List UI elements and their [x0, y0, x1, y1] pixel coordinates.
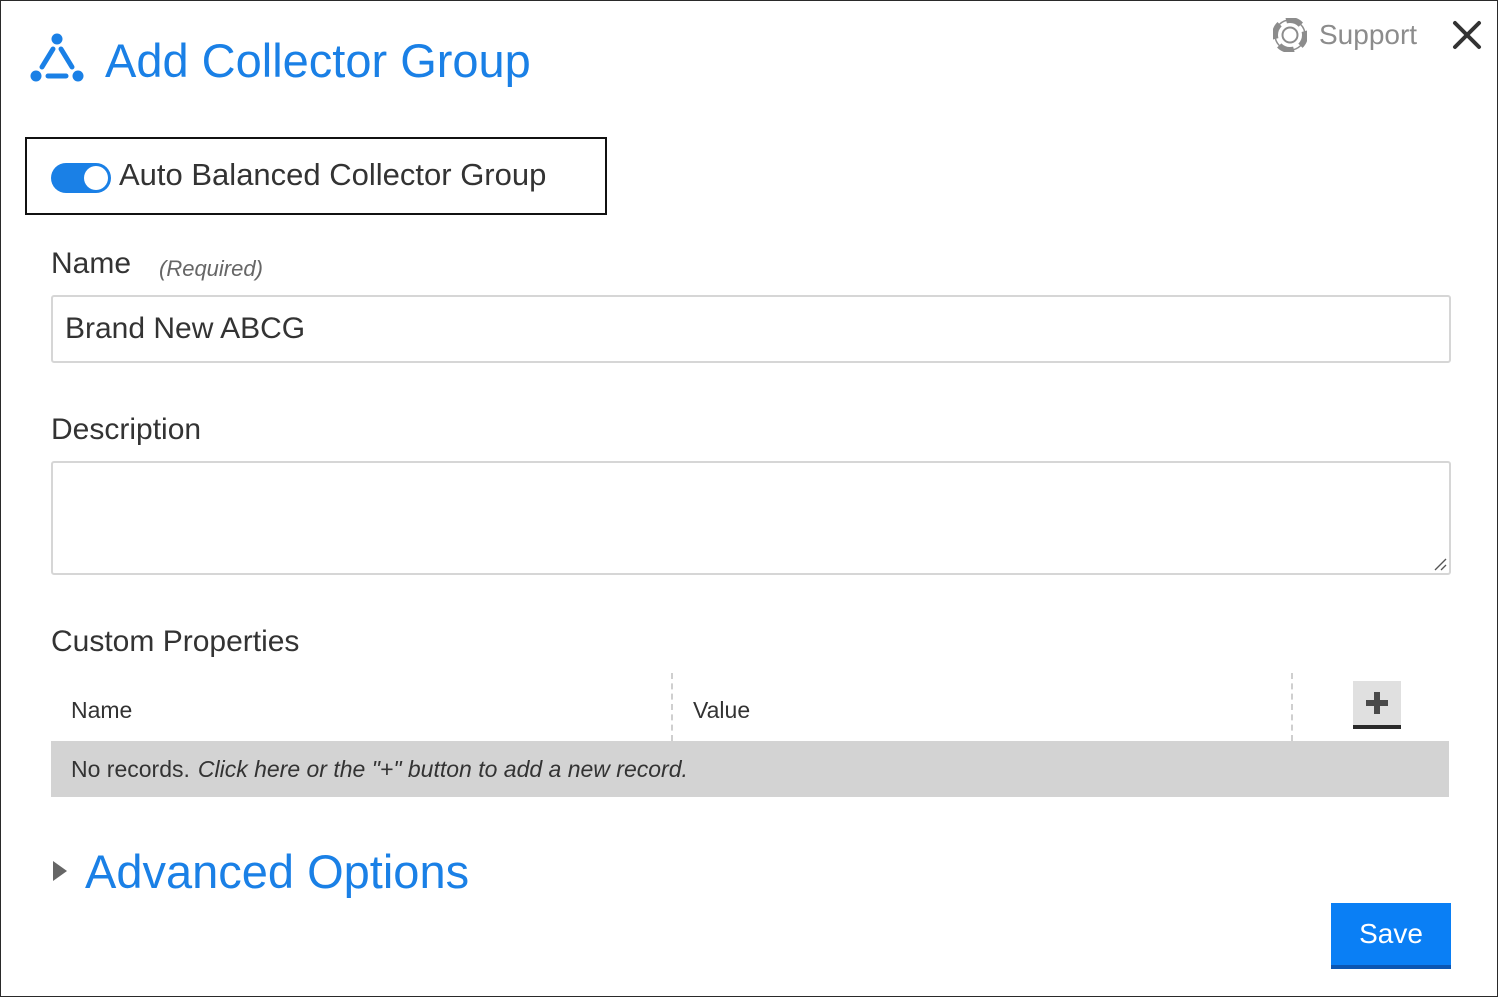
support-link[interactable]: Support	[1273, 17, 1417, 53]
description-label: Description	[51, 413, 202, 446]
auto-balanced-label: Auto Balanced Collector Group	[119, 157, 547, 192]
auto-balanced-section: Auto Balanced Collector Group	[25, 137, 607, 215]
column-divider	[671, 673, 673, 741]
column-divider	[1291, 673, 1293, 741]
column-header-name: Name	[71, 697, 133, 723]
close-icon	[1453, 21, 1481, 49]
name-field[interactable]: Brand New ABCG	[51, 295, 1451, 363]
empty-hint: Click here or the "+" button to add a ne…	[197, 755, 688, 782]
save-button[interactable]: Save	[1331, 903, 1451, 969]
required-hint: (Required)	[159, 256, 263, 281]
empty-records-row[interactable]: No records. Click here or the "+" button…	[51, 741, 1449, 797]
collector-group-icon	[30, 33, 84, 82]
support-label: Support	[1319, 19, 1418, 50]
lifebuoy-icon	[1273, 18, 1307, 52]
empty-message: No records.	[71, 755, 190, 782]
close-button[interactable]	[1447, 13, 1487, 57]
name-label: Name	[51, 247, 132, 280]
description-field[interactable]	[51, 461, 1451, 575]
advanced-options-toggle[interactable]: Advanced Options	[51, 839, 469, 903]
advanced-options-label: Advanced Options	[85, 844, 470, 898]
add-collector-group-dialog: Add Collector Group Support Auto Balance…	[0, 0, 1498, 997]
toggle-knob	[84, 166, 108, 190]
add-property-button[interactable]	[1353, 681, 1401, 729]
auto-balanced-toggle[interactable]	[51, 163, 111, 193]
page-title: Add Collector Group	[105, 34, 531, 87]
resize-grip-icon[interactable]	[1431, 555, 1447, 571]
custom-properties-title: Custom Properties	[51, 625, 300, 658]
column-header-value: Value	[693, 697, 751, 723]
caret-right-icon	[53, 861, 67, 881]
custom-properties-header: Name Value	[51, 673, 1449, 741]
plus-icon	[1366, 692, 1388, 714]
